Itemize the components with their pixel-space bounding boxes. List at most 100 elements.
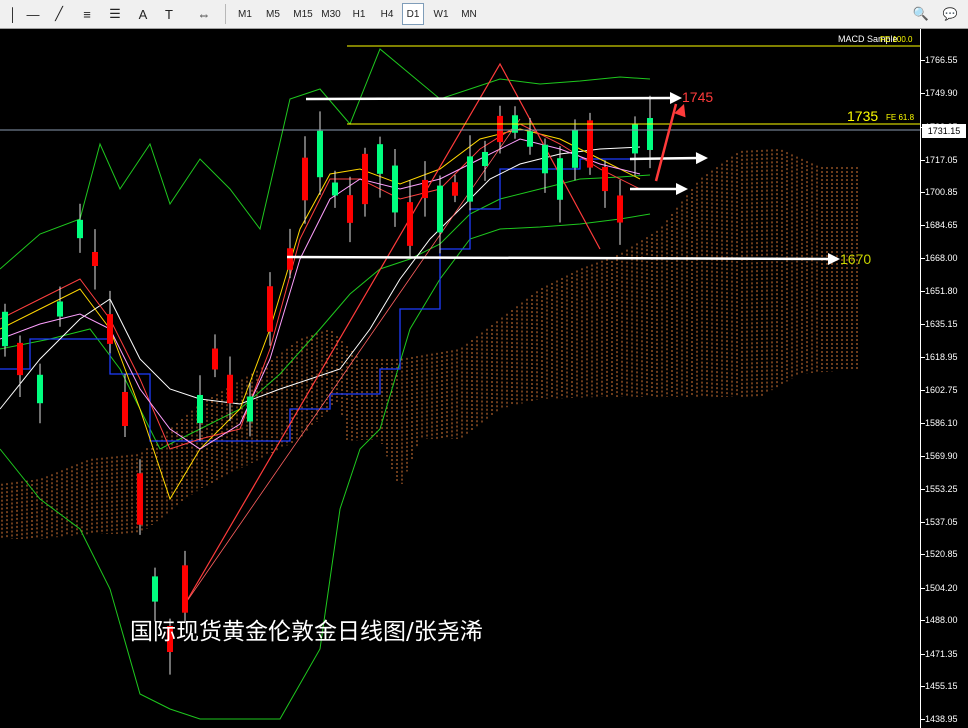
toolbar: │ — ╱ ≡ ☰ A T ⇔ M1 M5 M15 M30 H1 H4 D1 W1 MN 🔍 💬 (0, 0, 968, 29)
current-price-label: 1731.15 (922, 124, 966, 138)
arrow-support-1670-head (827, 252, 840, 265)
candle-bull (332, 182, 338, 196)
price-axis-label: 1586.10 (925, 417, 958, 428)
equidistant-channel-icon[interactable]: ≡ (76, 3, 98, 25)
candle-bear (452, 182, 458, 196)
candle-bull (527, 131, 533, 147)
arrow-support-1670 (286, 255, 833, 261)
candle-bear (107, 314, 113, 344)
timeframe-m5-button[interactable]: M5 (262, 3, 284, 25)
price-axis-label: 1651.80 (925, 285, 958, 296)
price-axis-label: 1618.95 (925, 351, 958, 362)
candle-bear (407, 202, 413, 246)
search-icon[interactable]: 🔍 (910, 3, 932, 25)
candle-bull (2, 311, 8, 347)
price-axis-label: 1455.15 (925, 681, 958, 692)
candle-bull (557, 158, 563, 200)
candle-bear (267, 286, 273, 332)
price-axis-label: 1438.95 (925, 714, 958, 724)
candle-bear (92, 251, 98, 267)
candle-bear (212, 348, 218, 370)
toolbar-separator (225, 4, 226, 24)
candle-bull (632, 124, 638, 154)
upper-band-line (0, 48, 651, 270)
candle-bear (347, 195, 353, 223)
chart-watermark: 国际现货黄金伦敦金日线图/张尧浠 (130, 619, 483, 645)
price-axis-label: 1471.35 (925, 648, 958, 659)
vertical-line-icon[interactable]: │ (2, 3, 24, 25)
candle-bear (587, 120, 593, 168)
community-icon[interactable]: 💬 (938, 3, 962, 25)
target-1745-label: 1745 (682, 89, 714, 105)
candle-bull (377, 144, 383, 174)
arrow-target-1745-head (669, 92, 682, 105)
price-axis-label: 1553.25 (925, 484, 958, 495)
candle-bear (182, 565, 188, 613)
candle-bear (227, 374, 233, 404)
price-axis-label: 1766.55 (925, 55, 958, 65)
candles (2, 95, 653, 675)
arrows-icon[interactable]: ⇔ (186, 3, 222, 25)
timeframe-w1-button[interactable]: W1 (430, 3, 452, 25)
candle-bear (602, 166, 608, 192)
price-axis-label: 1488.00 (925, 615, 958, 626)
candle-bull (317, 130, 323, 178)
price-axis-label: 1635.15 (925, 319, 958, 330)
candle-bull (572, 130, 578, 168)
candle-bull (542, 144, 548, 174)
arrow-red-up (654, 103, 678, 182)
horizontal-line-icon[interactable]: — (22, 3, 44, 25)
price-axis-label: 1749.90 (925, 88, 958, 99)
trendline-icon[interactable]: ╱ (48, 3, 70, 25)
price-axis-label: 1668.00 (925, 253, 958, 264)
candle-bear (287, 248, 293, 270)
candle-bull (467, 156, 473, 202)
ichimoku-cloud (1, 149, 858, 539)
candle-bull (197, 394, 203, 424)
level-lines (0, 45, 920, 131)
mt4-chart-window: │ — ╱ ≡ ☰ A T ⇔ M1 M5 M15 M30 H1 H4 D1 W1 MN 🔍 💬 MACD S… (0, 0, 968, 728)
candle-bear (302, 157, 308, 201)
arrow-low-head (676, 183, 688, 195)
price-axis-label: 1717.05 (925, 154, 958, 165)
candle-bull (647, 118, 653, 150)
candle-bear (497, 115, 503, 143)
text-icon[interactable]: A (132, 3, 154, 25)
candle-bear (422, 179, 428, 199)
candle-bull (247, 396, 253, 422)
price-axis-label: 1700.85 (925, 187, 958, 198)
timeframe-m30-button[interactable]: M30 (318, 3, 344, 25)
support-1670-label: 1670 (840, 251, 872, 267)
price-axis-label: 1684.65 (925, 219, 958, 230)
trend-line-red (184, 62, 601, 605)
timeframe-h1-button[interactable]: H1 (348, 3, 370, 25)
price-axis-label: 1504.20 (925, 582, 958, 593)
arrow-mid (629, 156, 701, 161)
candle-bull (152, 576, 158, 602)
price-axis-label: 1569.90 (925, 450, 958, 461)
arrow-target-1745 (305, 96, 675, 101)
fibonacci-retracement-icon[interactable]: ☰ (104, 3, 126, 25)
timeframe-mn-button[interactable]: MN (458, 3, 480, 25)
timeframe-h4-button[interactable]: H4 (376, 3, 398, 25)
arrow-mid-head (695, 152, 708, 165)
candle-bull (392, 165, 398, 213)
candle-bear (17, 342, 23, 376)
candle-bull (77, 219, 83, 239)
price-axis-label: 1520.85 (925, 549, 958, 560)
fe-61-8-label: FE 61.8 (886, 113, 915, 122)
candle-bear (362, 153, 368, 205)
candle-bear (137, 473, 143, 525)
level-1735-label: 1735 (847, 108, 879, 124)
price-axis-label: 1537.05 (925, 516, 958, 527)
candle-bull (437, 185, 443, 233)
timeframe-d1-button[interactable]: D1 (402, 3, 424, 25)
fe-100-label: FE 100.0 (880, 35, 913, 44)
text-label-icon[interactable]: T (158, 3, 180, 25)
timeframe-m15-button[interactable]: M15 (290, 3, 316, 25)
timeframe-m1-button[interactable]: M1 (234, 3, 256, 25)
candle-bull (37, 374, 43, 404)
price-axis-label: 1602.75 (925, 384, 958, 395)
candle-bull (482, 151, 488, 167)
candle-bull (57, 301, 63, 317)
